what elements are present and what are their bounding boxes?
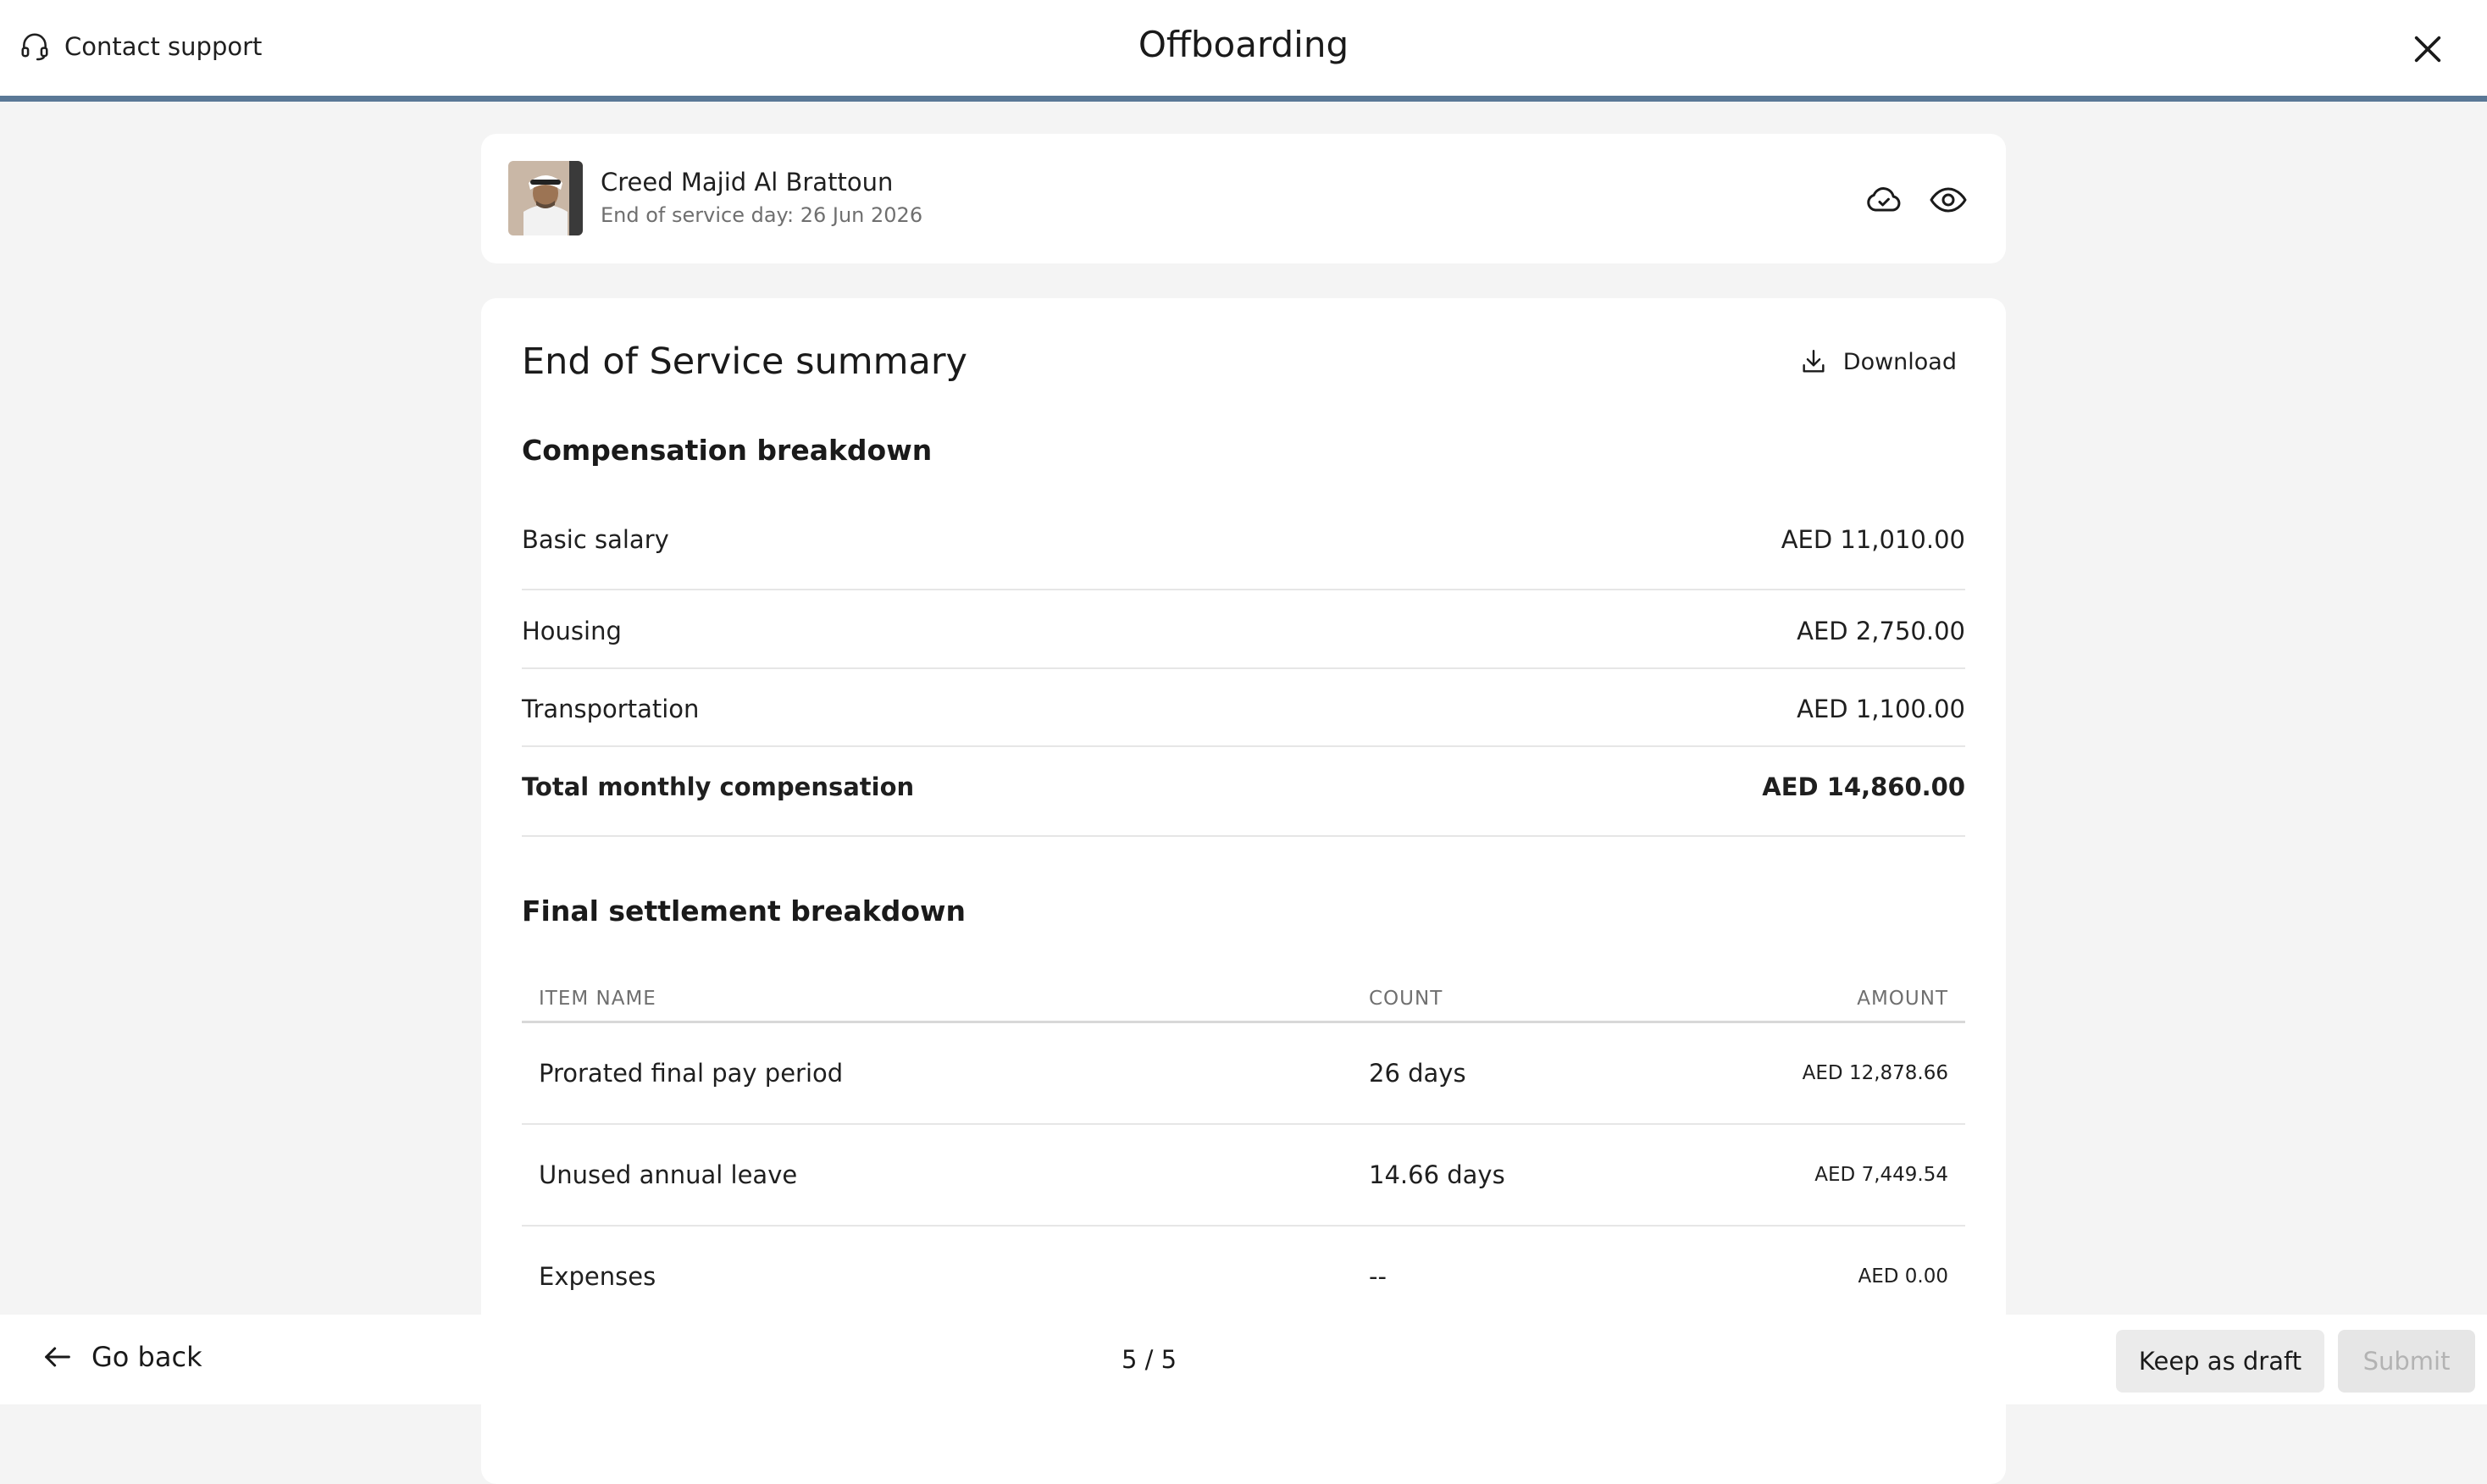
bottom-bar: Go back 5 / 5 Keep as draft Submit xyxy=(0,1315,2487,1404)
item-count: 26 days xyxy=(1369,1059,1466,1088)
settlement-title: Final settlement breakdown xyxy=(522,894,966,928)
item-count: 14.66 days xyxy=(1369,1160,1505,1189)
total-value: AED 14,860.00 xyxy=(1762,772,1965,801)
download-button[interactable]: Download xyxy=(1799,347,1957,376)
page-title: Offboarding xyxy=(1138,24,1349,65)
comp-label: Transportation xyxy=(522,695,700,723)
arrow-left-icon xyxy=(45,1347,70,1367)
go-back-button[interactable]: Go back xyxy=(41,1340,202,1374)
eye-icon[interactable] xyxy=(1928,180,1969,220)
close-icon[interactable] xyxy=(2411,32,2445,66)
download-label: Download xyxy=(1842,348,1957,375)
divider xyxy=(522,589,1965,590)
comp-row-basic-salary: Basic salary AED 11,010.00 xyxy=(522,525,1965,554)
item-count: -- xyxy=(1369,1262,1387,1291)
settlement-table-header: ITEM NAME COUNT AMOUNT xyxy=(522,976,1965,1023)
end-of-service-date: End of service day: 26 Jun 2026 xyxy=(601,203,923,227)
keep-as-draft-button[interactable]: Keep as draft xyxy=(2116,1330,2324,1393)
comp-row-transportation: Transportation AED 1,100.00 xyxy=(522,695,1965,723)
col-item-name: ITEM NAME xyxy=(539,988,656,1010)
step-indicator: 5 / 5 xyxy=(1122,1345,1177,1374)
comp-value: AED 2,750.00 xyxy=(1797,617,1965,645)
col-count: COUNT xyxy=(1369,988,1443,1010)
divider xyxy=(522,835,1965,837)
comp-row-housing: Housing AED 2,750.00 xyxy=(522,617,1965,645)
comp-value: AED 1,100.00 xyxy=(1797,695,1965,723)
table-row: Prorated final pay period 26 days AED 12… xyxy=(522,1023,1965,1125)
divider xyxy=(522,667,1965,669)
item-amount: AED 12,878.66 xyxy=(1802,1062,1948,1084)
compensation-title: Compensation breakdown xyxy=(522,434,933,467)
top-bar: Contact support Offboarding xyxy=(0,0,2487,102)
item-name: Prorated final pay period xyxy=(539,1059,844,1088)
divider xyxy=(522,745,1965,747)
comp-label: Basic salary xyxy=(522,525,669,554)
comp-row-total: Total monthly compensation AED 14,860.00 xyxy=(522,772,1965,801)
cloud-check-icon[interactable] xyxy=(1864,180,1904,220)
download-icon xyxy=(1803,350,1825,373)
item-amount: AED 7,449.54 xyxy=(1814,1164,1948,1186)
item-amount: AED 0.00 xyxy=(1858,1265,1949,1287)
submit-button[interactable]: Submit xyxy=(2338,1330,2475,1393)
go-back-label: Go back xyxy=(91,1341,202,1373)
table-row: Unused annual leave 14.66 days AED 7,449… xyxy=(522,1125,1965,1227)
comp-label: Housing xyxy=(522,617,622,645)
item-name: Expenses xyxy=(539,1262,656,1291)
comp-value: AED 11,010.00 xyxy=(1781,525,1965,554)
item-name: Unused annual leave xyxy=(539,1160,798,1189)
table-row: Expenses -- AED 0.00 xyxy=(522,1227,1965,1328)
col-amount: AMOUNT xyxy=(1857,988,1948,1010)
employee-card: Creed Majid Al Brattoun End of service d… xyxy=(481,134,2006,263)
summary-title: End of Service summary xyxy=(522,341,967,383)
avatar xyxy=(508,161,583,235)
summary-card: End of Service summary Download Compensa… xyxy=(481,298,2006,1484)
total-label: Total monthly compensation xyxy=(522,772,915,801)
employee-name: Creed Majid Al Brattoun xyxy=(601,168,894,197)
